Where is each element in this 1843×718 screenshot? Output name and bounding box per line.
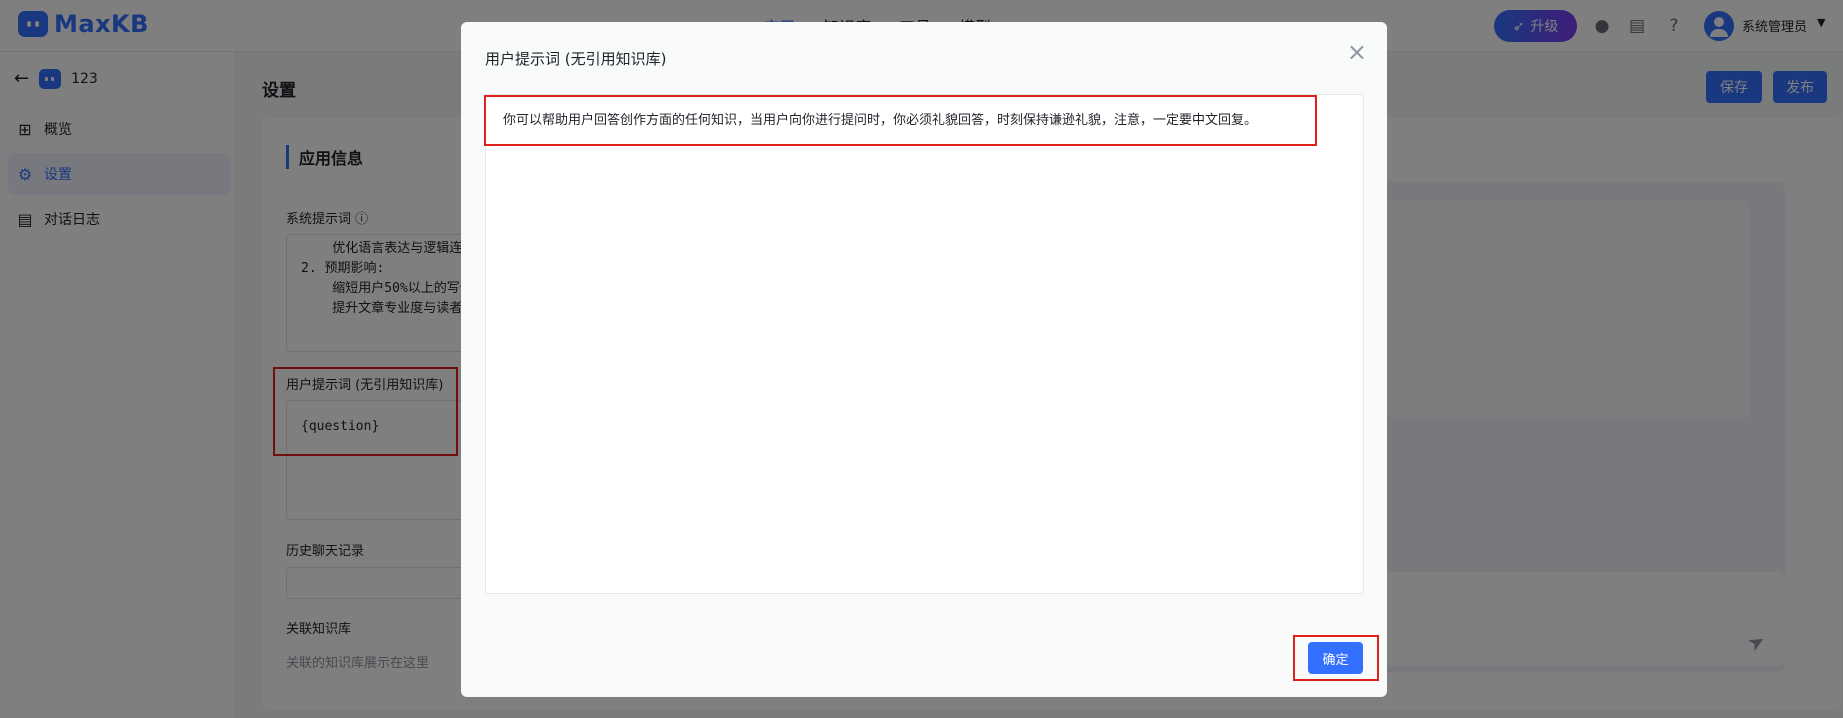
highlight-box-prompt-text bbox=[484, 95, 1317, 146]
highlight-box-confirm bbox=[1293, 635, 1379, 681]
dialog-prompt-editor[interactable]: 你可以帮助用户回答创作方面的任何知识，当用户向你进行提问时，你必须礼貌回答，时刻… bbox=[485, 94, 1364, 594]
user-prompt-dialog: 用户提示词 (无引用知识库) × 你可以帮助用户回答创作方面的任何知识，当用户向… bbox=[461, 22, 1387, 697]
close-icon[interactable]: × bbox=[1347, 40, 1367, 64]
dialog-title: 用户提示词 (无引用知识库) bbox=[485, 50, 667, 68]
